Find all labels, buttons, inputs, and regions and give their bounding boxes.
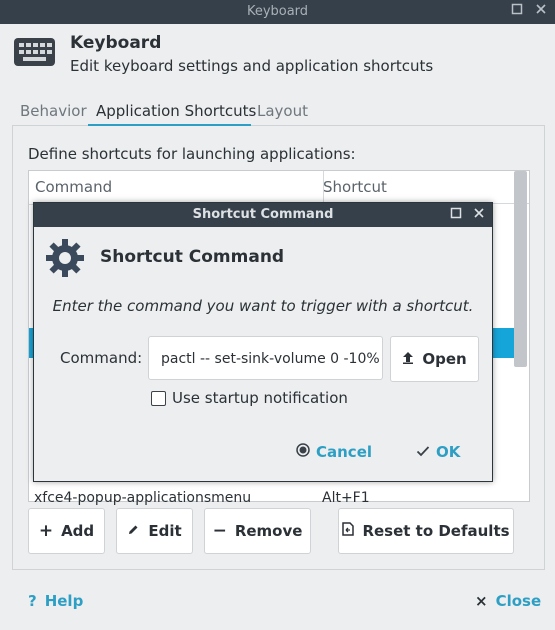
open-button[interactable]: Open — [390, 336, 479, 382]
remove-button-label: Remove — [234, 522, 303, 540]
column-header-command[interactable]: Command — [29, 171, 324, 205]
app-title: Keyboard — [70, 33, 162, 53]
dialog-maximize-icon[interactable] — [448, 207, 464, 223]
keyboard-icon — [14, 38, 55, 66]
startup-notification-label[interactable]: Use startup notification — [172, 389, 348, 407]
window-title: Keyboard — [246, 4, 309, 19]
help-button[interactable]: ? Help — [28, 592, 83, 610]
ok-label: OK — [436, 443, 461, 461]
app-subtitle: Edit keyboard settings and application s… — [70, 57, 434, 75]
close-label: Close — [495, 592, 542, 610]
cancel-button[interactable]: Cancel — [296, 443, 372, 461]
tab-behavior[interactable]: Behavior — [20, 102, 87, 120]
command-label: Command: — [60, 349, 143, 367]
dialog-title: Shortcut Command — [192, 207, 334, 222]
close-button[interactable]: × Close — [475, 592, 541, 610]
dialog-close-icon[interactable] — [471, 207, 487, 223]
dialog-heading: Shortcut Command — [100, 247, 285, 267]
shortcut-command-dialog: Shortcut Command Shortcut Command Enter — [33, 202, 493, 482]
edit-button[interactable]: Edit — [116, 508, 193, 554]
edit-button-label: Edit — [148, 522, 182, 540]
upload-arrow-icon — [402, 350, 414, 368]
reset-button-label: Reset to Defaults — [362, 522, 510, 540]
help-icon: ? — [28, 592, 37, 610]
table-scrollbar[interactable] — [514, 171, 527, 367]
cancel-label: Cancel — [316, 443, 373, 461]
cancel-icon — [296, 443, 310, 461]
ok-button[interactable]: OK — [416, 443, 460, 461]
table-row-shortcut[interactable]: Alt+F1 — [322, 490, 370, 506]
shortcuts-description: Define shortcuts for launching applicati… — [28, 145, 356, 163]
command-input[interactable]: pactl -- set-sink-volume 0 -10% — [148, 336, 383, 380]
remove-button[interactable]: − Remove — [204, 508, 311, 554]
help-label: Help — [44, 592, 84, 610]
dialog-instruction: Enter the command you want to trigger wi… — [52, 297, 474, 315]
active-tab-indicator — [88, 124, 251, 126]
column-header-shortcut[interactable]: Shortcut — [318, 171, 529, 204]
plus-icon: + — [38, 521, 54, 541]
close-icon[interactable] — [533, 3, 549, 19]
maximize-icon[interactable] — [509, 3, 525, 19]
minus-icon: − — [212, 521, 227, 541]
checkmark-icon — [416, 443, 430, 461]
add-button[interactable]: + Add — [28, 508, 105, 554]
window-titlebar[interactable]: Keyboard — [0, 0, 555, 24]
table-row-command[interactable]: xfce4-popup-applicationsmenu — [34, 490, 251, 506]
dialog-titlebar[interactable]: Shortcut Command — [34, 203, 492, 227]
startup-notification-checkbox[interactable] — [151, 391, 166, 406]
gear-icon — [44, 237, 86, 279]
add-button-label: Add — [61, 522, 95, 540]
document-revert-icon — [342, 522, 355, 540]
tab-layout[interactable]: Layout — [257, 102, 308, 120]
open-button-label: Open — [422, 350, 467, 368]
close-x-icon: × — [475, 592, 488, 610]
pencil-icon — [127, 522, 140, 540]
tab-application-shortcuts[interactable]: Application Shortcuts — [96, 102, 256, 120]
reset-to-defaults-button[interactable]: Reset to Defaults — [338, 508, 514, 554]
